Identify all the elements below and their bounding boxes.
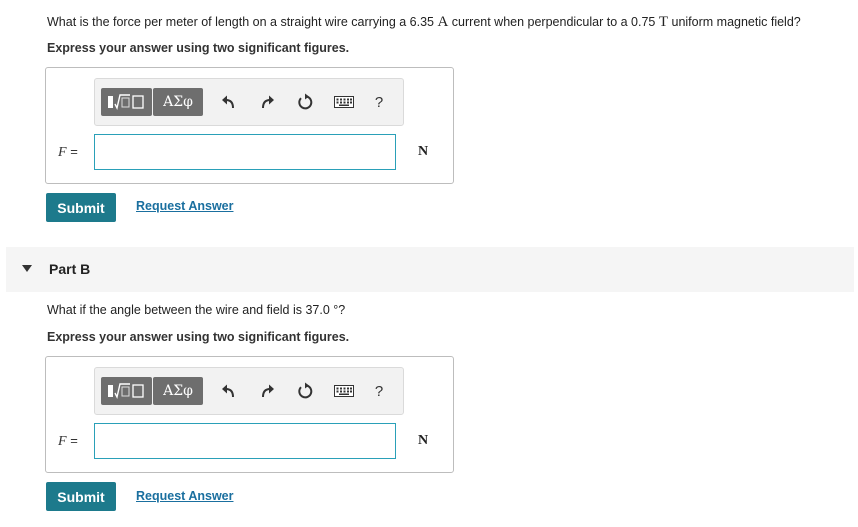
reset-icon <box>298 382 313 399</box>
reset-button[interactable] <box>293 377 317 405</box>
caret-down-icon <box>22 265 32 272</box>
redo-button[interactable] <box>255 377 279 405</box>
templates-icon <box>107 94 144 111</box>
unit-label: N <box>418 433 429 448</box>
part-a-answer-box: ΑΣφ ? F = N <box>45 67 454 184</box>
answer-input[interactable] <box>94 134 396 170</box>
part-a-instruction: Express your answer using two significan… <box>47 41 350 55</box>
keyboard-button[interactable] <box>331 377 357 405</box>
reset-button[interactable] <box>293 88 317 116</box>
request-answer-link[interactable]: Request Answer <box>136 199 233 213</box>
unit-label: N <box>418 144 429 159</box>
answer-input[interactable] <box>94 423 396 459</box>
part-title: Part B <box>49 261 91 277</box>
redo-button[interactable] <box>255 88 279 116</box>
keyboard-icon <box>334 96 354 108</box>
part-a-question: What is the force per meter of length on… <box>47 14 801 30</box>
part-b-instruction: Express your answer using two significan… <box>47 330 350 344</box>
math-toolbar: ΑΣφ ? <box>94 78 404 126</box>
undo-button[interactable] <box>217 88 241 116</box>
redo-icon <box>262 95 274 109</box>
variable-label: F = <box>58 433 78 449</box>
symbols-button[interactable]: ΑΣφ <box>153 377 203 405</box>
reset-icon <box>298 93 313 110</box>
help-button[interactable]: ? <box>367 88 391 116</box>
part-b-header[interactable]: Part B <box>6 247 854 292</box>
undo-button[interactable] <box>217 377 241 405</box>
symbols-button[interactable]: ΑΣφ <box>153 88 203 116</box>
part-b-question: What if the angle between the wire and f… <box>47 303 346 317</box>
templates-icon <box>107 383 144 400</box>
help-button[interactable]: ? <box>367 377 391 405</box>
submit-button[interactable]: Submit <box>46 482 116 511</box>
submit-button[interactable]: Submit <box>46 193 116 222</box>
templates-button[interactable] <box>101 377 152 405</box>
variable-label: F = <box>58 144 78 160</box>
math-toolbar: ΑΣφ ? <box>94 367 404 415</box>
keyboard-icon <box>334 385 354 397</box>
request-answer-link[interactable]: Request Answer <box>136 489 233 503</box>
keyboard-button[interactable] <box>331 88 357 116</box>
templates-button[interactable] <box>101 88 152 116</box>
redo-icon <box>262 384 274 398</box>
undo-icon <box>222 95 234 109</box>
part-b-answer-box: ΑΣφ ? F = N <box>45 356 454 473</box>
undo-icon <box>222 384 234 398</box>
